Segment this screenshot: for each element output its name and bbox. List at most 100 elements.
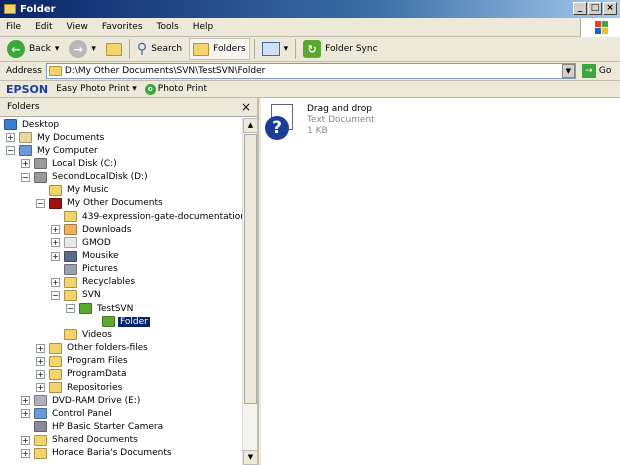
tree-item[interactable]: Control Panel: [34, 407, 114, 420]
tree-item[interactable]: 439-expression-gate-documentation_files: [64, 210, 243, 223]
scroll-up-button[interactable]: ▲: [243, 118, 258, 133]
tree-item[interactable]: DVD-RAM Drive (E:): [34, 394, 142, 407]
tree-item[interactable]: My Other Documents: [49, 197, 165, 210]
tree-item[interactable]: Local Disk (C:): [34, 157, 119, 170]
up-folder-button[interactable]: [103, 38, 125, 60]
scroll-down-button[interactable]: ▼: [243, 450, 258, 465]
tree-item-label: SecondLocalDisk (D:): [52, 172, 148, 183]
close-button[interactable]: ×: [603, 2, 617, 15]
expand-icon[interactable]: +: [21, 409, 30, 419]
expand-icon[interactable]: +: [21, 396, 30, 406]
tree-item[interactable]: Shared Documents: [34, 434, 140, 447]
control-panel-icon: [34, 408, 47, 420]
menu-file[interactable]: File: [6, 22, 21, 32]
tree-item[interactable]: My Music: [49, 184, 111, 197]
maximize-button[interactable]: □: [588, 2, 602, 15]
folder-icon: [4, 4, 16, 14]
search-button[interactable]: ⚲ Search: [134, 38, 185, 60]
tree-item-label: Recyclables: [82, 277, 136, 288]
expand-icon[interactable]: +: [21, 435, 30, 445]
go-button[interactable]: → Go: [581, 64, 611, 78]
collapse-icon[interactable]: −: [66, 304, 75, 314]
back-button[interactable]: ← Back ▾: [4, 38, 62, 60]
vertical-scrollbar[interactable]: ▲ ▼: [242, 118, 258, 465]
folder-icon: [49, 342, 62, 354]
expand-icon[interactable]: +: [51, 238, 60, 248]
tree-item[interactable]: Horace Baria's Documents: [34, 447, 174, 460]
minimize-button[interactable]: _: [573, 2, 587, 15]
tree-item[interactable]: Mousike: [64, 250, 121, 263]
expand-icon[interactable]: +: [36, 383, 45, 392]
chevron-down-icon: ▾: [283, 44, 289, 54]
address-dropdown[interactable]: ▼: [561, 64, 575, 78]
tree-item[interactable]: GMOD: [64, 236, 113, 249]
expand-icon[interactable]: +: [6, 133, 15, 143]
menu-tools[interactable]: Tools: [157, 22, 179, 32]
tree-item[interactable]: SVN: [64, 289, 103, 302]
tree-item[interactable]: Videos: [64, 328, 114, 341]
tree-item-label: ProgramData: [67, 369, 127, 380]
tree-item[interactable]: Repositories: [49, 381, 124, 394]
tree-item-label: Other folders-files: [67, 343, 148, 354]
file-size: 1 KB: [307, 126, 328, 136]
expand-icon[interactable]: +: [36, 343, 45, 353]
menu-favorites[interactable]: Favorites: [102, 22, 143, 32]
tree-item[interactable]: Downloads: [64, 223, 133, 236]
tree-item-label: Desktop: [22, 119, 60, 130]
tree-item-label: GMOD: [82, 237, 111, 248]
menu-edit[interactable]: Edit: [35, 22, 52, 32]
disk-icon: [34, 171, 47, 183]
expand-icon[interactable]: +: [36, 369, 45, 379]
tree-item[interactable]: TestSVN: [79, 302, 135, 315]
expand-icon[interactable]: +: [36, 356, 45, 366]
collapse-icon[interactable]: −: [36, 198, 45, 208]
tree-item[interactable]: Desktop: [4, 118, 61, 131]
tree-item[interactable]: Program Files: [49, 355, 130, 368]
scrollbar-thumb[interactable]: [244, 134, 257, 404]
tree-item[interactable]: Pictures: [64, 263, 120, 276]
photo-print-icon: o: [144, 83, 156, 95]
folders-button[interactable]: Folders: [189, 38, 250, 60]
tree-item[interactable]: HP Basic Starter Camera: [34, 420, 165, 433]
folder-downloads-icon: [64, 224, 77, 236]
tree-item[interactable]: Other folders-files: [49, 342, 150, 355]
collapse-icon[interactable]: −: [21, 172, 30, 182]
views-icon: [261, 42, 280, 56]
menu-view[interactable]: View: [67, 22, 88, 32]
svn-folder-icon: [79, 303, 92, 315]
easy-photo-print-button[interactable]: Easy Photo Print ▾: [56, 84, 137, 94]
expand-icon[interactable]: +: [51, 225, 60, 235]
tree-item-label: My Computer: [37, 145, 98, 156]
expand-icon[interactable]: +: [21, 448, 30, 458]
address-input[interactable]: D:\My Other Documents\SVN\TestSVN\Folder…: [45, 63, 576, 79]
views-button[interactable]: ▾: [259, 38, 292, 60]
folder-sync-button[interactable]: ↻ Folder Sync: [300, 38, 380, 60]
expand-icon[interactable]: +: [51, 277, 60, 287]
collapse-icon[interactable]: −: [51, 290, 60, 300]
file-item[interactable]: ? Drag and drop Text Document 1 KB: [265, 104, 375, 140]
tree-item[interactable]: My Computer: [19, 144, 100, 157]
expand-icon[interactable]: +: [51, 251, 60, 261]
tree-item[interactable]: ProgramData: [49, 368, 128, 381]
address-bar: Address D:\My Other Documents\SVN\TestSV…: [0, 62, 620, 81]
address-label: Address: [6, 66, 42, 76]
tree-item[interactable]: Recyclables: [64, 276, 137, 289]
tree-item[interactable]: SecondLocalDisk (D:): [34, 171, 150, 184]
collapse-icon[interactable]: −: [6, 146, 15, 156]
folder-icon: [34, 447, 47, 459]
forward-button[interactable]: → ▾: [66, 38, 99, 60]
photo-print-button[interactable]: o Photo Print: [144, 83, 208, 95]
close-pane-button[interactable]: ×: [241, 100, 251, 114]
menu-help[interactable]: Help: [193, 22, 214, 32]
tree-item[interactable]: My Documents: [19, 131, 106, 144]
back-arrow-icon: ←: [7, 40, 25, 58]
chevron-down-icon[interactable]: ▾: [55, 44, 60, 54]
photo-print-label: Photo Print: [157, 84, 208, 94]
tree-item-label: Horace Baria's Documents: [52, 448, 172, 459]
tree-item[interactable]: Folder: [102, 315, 150, 328]
expand-icon[interactable]: +: [21, 159, 30, 169]
epson-toolbar: EPSON Easy Photo Print ▾ o Photo Print: [0, 81, 620, 98]
chevron-down-icon[interactable]: ▾: [91, 44, 96, 54]
tree-item-label: Mousike: [82, 251, 119, 261]
folder-icon: [49, 368, 62, 380]
